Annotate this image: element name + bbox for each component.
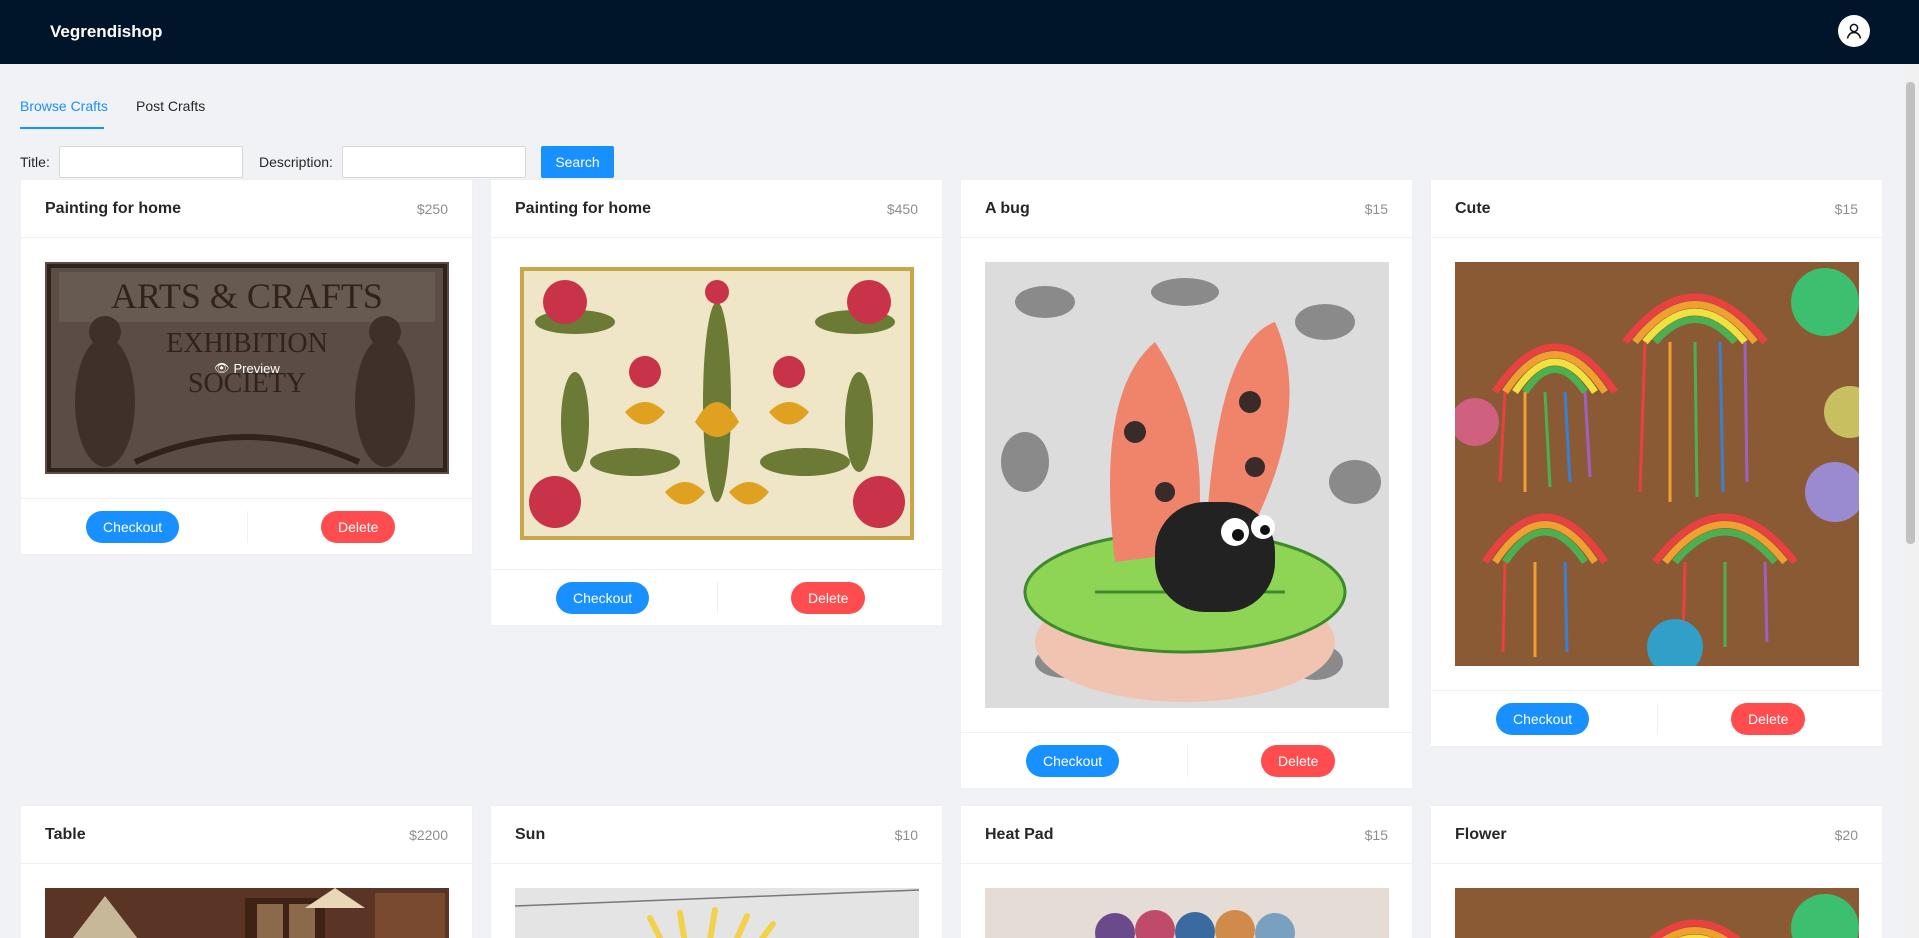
card-header: Painting for home $450: [491, 180, 942, 238]
card-header: Sun $10: [491, 806, 942, 864]
craft-price: $15: [1364, 827, 1388, 843]
brand-logo[interactable]: Vegrendishop: [50, 22, 162, 42]
action-divider: [1657, 703, 1658, 735]
card-header: Cute $15: [1431, 180, 1882, 238]
craft-price: $450: [886, 201, 918, 217]
craft-price: $250: [416, 201, 448, 217]
card-body: [491, 238, 942, 569]
craft-title: Painting for home: [45, 200, 181, 217]
card-actions: Checkout Delete: [491, 569, 942, 625]
checkout-button[interactable]: Checkout: [86, 511, 180, 543]
craft-card: Sun $10: [490, 805, 943, 938]
sun-craft-image: [515, 888, 919, 938]
craft-card: Cute $15 Checkout Delete: [1430, 179, 1883, 747]
card-body: [1431, 238, 1882, 690]
craft-title: Cute: [1455, 200, 1491, 217]
eye-icon: 👁: [214, 361, 230, 375]
craft-title: Painting for home: [515, 200, 651, 217]
description-input[interactable]: [342, 146, 526, 178]
flower-yarn-image: [1455, 888, 1859, 938]
craft-title: A bug: [985, 200, 1030, 217]
search-button[interactable]: Search: [541, 146, 614, 178]
description-label-wrap: Description:: [259, 154, 333, 170]
card-header: Painting for home $250: [21, 180, 472, 238]
scrollbar-thumb[interactable]: [1906, 82, 1915, 544]
craft-card: Painting for home $450 Checkout Delete: [490, 179, 943, 626]
card-body: [491, 864, 942, 938]
craft-image[interactable]: [515, 262, 919, 545]
craft-title: Flower: [1455, 826, 1507, 843]
craft-card: A bug $15 Checkout Delete: [960, 179, 1413, 789]
tab-post-crafts[interactable]: Post Crafts: [136, 98, 205, 114]
user-avatar[interactable]: [1838, 15, 1870, 47]
craft-image[interactable]: [985, 262, 1389, 708]
craft-title: Heat Pad: [985, 826, 1054, 843]
card-body: ARTS & CRAFTS EXHIBITION SOCIETY 👁 Previ…: [21, 238, 472, 498]
top-header: Vegrendishop: [0, 0, 1919, 64]
card-header: Flower $20: [1431, 806, 1882, 864]
craft-image[interactable]: [1455, 262, 1859, 666]
craft-title: Table: [45, 826, 86, 843]
card-header: A bug $15: [961, 180, 1412, 238]
title-label-wrap: Title:: [20, 154, 50, 170]
checkout-button[interactable]: Checkout: [1026, 745, 1120, 777]
action-divider: [1187, 745, 1188, 777]
delete-button[interactable]: Delete: [1731, 703, 1806, 735]
preview-label: Preview: [233, 360, 280, 376]
craft-card: Table $2200: [20, 805, 473, 938]
craft-image[interactable]: [515, 888, 919, 938]
card-actions: Checkout Delete: [1431, 690, 1882, 746]
active-tab-indicator: [20, 127, 104, 129]
craft-price: $15: [1364, 201, 1388, 217]
craft-price: $20: [1834, 827, 1858, 843]
card-actions: Checkout Delete: [21, 498, 472, 554]
checkout-button[interactable]: Checkout: [1496, 703, 1590, 735]
heat-pad-image: [985, 888, 1389, 938]
card-header: Heat Pad $15: [961, 806, 1412, 864]
card-body: [961, 238, 1412, 732]
title-label: Title: [20, 154, 46, 170]
card-actions: Checkout Delete: [961, 732, 1412, 788]
card-body: [1431, 864, 1882, 938]
action-divider: [247, 511, 248, 543]
yarn-rainbow-image: [1455, 262, 1859, 666]
craft-title: Sun: [515, 826, 546, 843]
card-header: Table $2200: [21, 806, 472, 864]
user-icon: [1846, 23, 1862, 39]
delete-button[interactable]: Delete: [1261, 745, 1336, 777]
table-room-image: [45, 888, 449, 938]
title-input[interactable]: [59, 146, 243, 178]
delete-button[interactable]: Delete: [791, 582, 866, 614]
card-body: [961, 864, 1412, 938]
card-body: [21, 864, 472, 938]
craft-price: $10: [894, 827, 918, 843]
craft-price: $2200: [409, 827, 448, 843]
preview-overlay[interactable]: 👁 Preview: [45, 262, 449, 474]
delete-button[interactable]: Delete: [321, 511, 396, 543]
craft-card: Flower $20: [1430, 805, 1883, 938]
craft-image[interactable]: [985, 888, 1389, 938]
craft-image[interactable]: [1455, 888, 1859, 938]
floral-tapestry-image: [515, 262, 919, 545]
page-scrollbar[interactable]: [1902, 64, 1919, 938]
search-form: Title: Description: Search: [20, 146, 640, 178]
ladybug-craft-image: [985, 262, 1389, 708]
crafts-tabs: Browse Crafts Post Crafts: [20, 86, 1880, 130]
craft-image[interactable]: ARTS & CRAFTS EXHIBITION SOCIETY 👁 Previ…: [45, 262, 449, 474]
description-label: Description: [259, 154, 330, 170]
craft-card: Painting for home $250 ARTS & CRAFTS EXH…: [20, 179, 473, 555]
checkout-button[interactable]: Checkout: [556, 582, 650, 614]
craft-card: Heat Pad $15: [960, 805, 1413, 938]
action-divider: [717, 582, 718, 614]
craft-image[interactable]: [45, 888, 449, 938]
craft-price: $15: [1834, 201, 1858, 217]
tab-browse-crafts[interactable]: Browse Crafts: [20, 98, 108, 114]
